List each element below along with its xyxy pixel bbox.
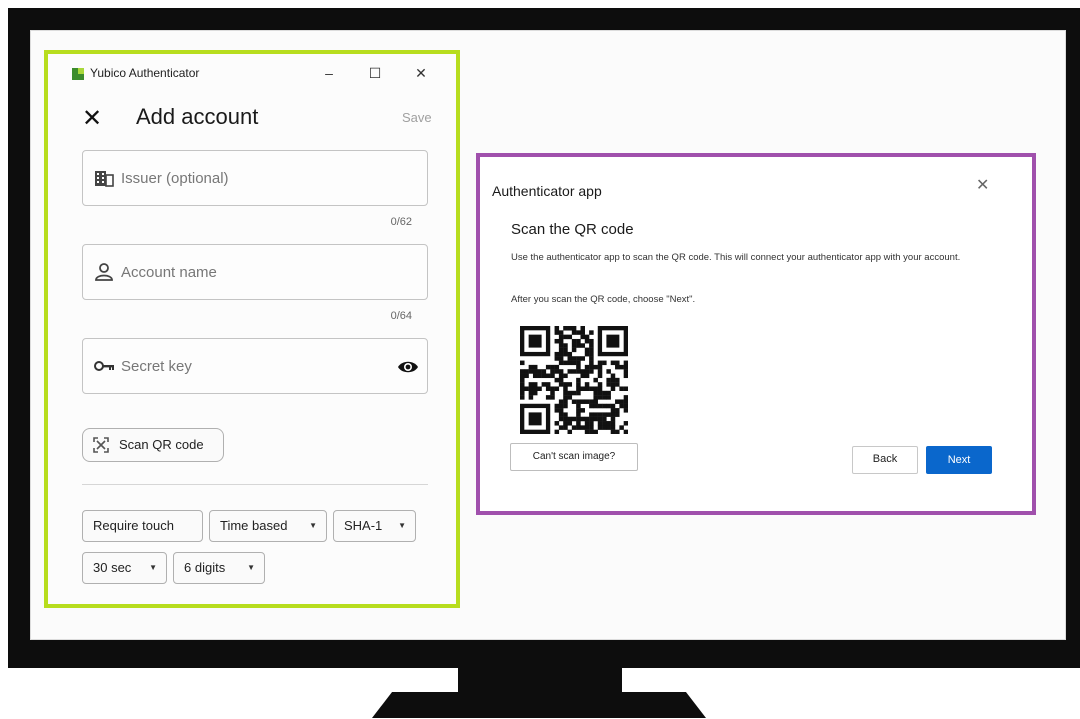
issuer-placeholder: Issuer (optional) [121,170,229,187]
qr-code-image [520,326,628,434]
algorithm-select[interactable]: SHA-1 ▼ [333,510,416,542]
eye-icon[interactable] [397,356,419,378]
monitor-stand-neck [458,668,622,692]
digits-value: 6 digits [184,560,226,575]
period-value: 30 sec [93,560,132,575]
secret-key-placeholder: Secret key [121,358,192,375]
window-close-button[interactable]: ✕ [408,62,434,84]
dialog-close-button[interactable]: ✕ [976,175,989,195]
issuer-counter: 0/62 [390,216,412,228]
minimize-button[interactable]: – [316,62,342,84]
otp-type-value: Time based [220,518,288,533]
person-icon [95,263,113,281]
page-title: Add account [136,104,259,129]
scan-qr-code-button[interactable]: Scan QR code [82,428,224,462]
secret-key-field[interactable]: Secret key [82,338,428,394]
require-touch-label: Require touch [93,518,174,533]
next-button[interactable]: Next [926,446,992,474]
chevron-down-icon: ▼ [398,521,406,530]
account-name-placeholder: Account name [121,264,217,281]
cant-scan-image-button[interactable]: Can't scan image? [510,443,638,471]
require-touch-button[interactable]: Require touch [82,510,203,542]
digits-select[interactable]: 6 digits ▼ [173,552,265,584]
close-add-account-button[interactable]: ✕ [82,104,102,133]
account-name-counter: 0/64 [390,310,412,322]
monitor-stand-base [372,692,706,718]
algorithm-value: SHA-1 [344,518,383,533]
dialog-title: Authenticator app [492,183,602,199]
yubico-logo-icon [72,68,84,80]
divider [82,484,428,485]
building-icon [95,171,114,187]
issuer-field[interactable]: Issuer (optional) [82,150,428,206]
maximize-button[interactable]: ☐ [362,62,388,84]
dialog-heading: Scan the QR code [511,221,634,238]
period-select[interactable]: 30 sec ▼ [82,552,167,584]
scan-qr-code-label: Scan QR code [119,437,204,452]
chevron-down-icon: ▼ [309,521,317,530]
save-button[interactable]: Save [402,110,432,125]
window-titlebar: Yubico Authenticator – ☐ ✕ [48,54,456,92]
qr-scan-icon [93,437,109,453]
account-name-field[interactable]: Account name [82,244,428,300]
dialog-instruction: After you scan the QR code, choose "Next… [511,294,696,305]
chevron-down-icon: ▼ [149,563,157,572]
back-button[interactable]: Back [852,446,918,474]
yubico-authenticator-window: Yubico Authenticator – ☐ ✕ ✕ Add account… [44,50,460,608]
authenticator-app-dialog: Authenticator app ✕ Scan the QR code Use… [476,153,1036,515]
otp-type-select[interactable]: Time based ▼ [209,510,327,542]
app-title: Yubico Authenticator [90,66,200,80]
chevron-down-icon: ▼ [247,563,255,572]
key-icon [94,361,114,371]
dialog-description: Use the authenticator app to scan the QR… [511,252,961,263]
